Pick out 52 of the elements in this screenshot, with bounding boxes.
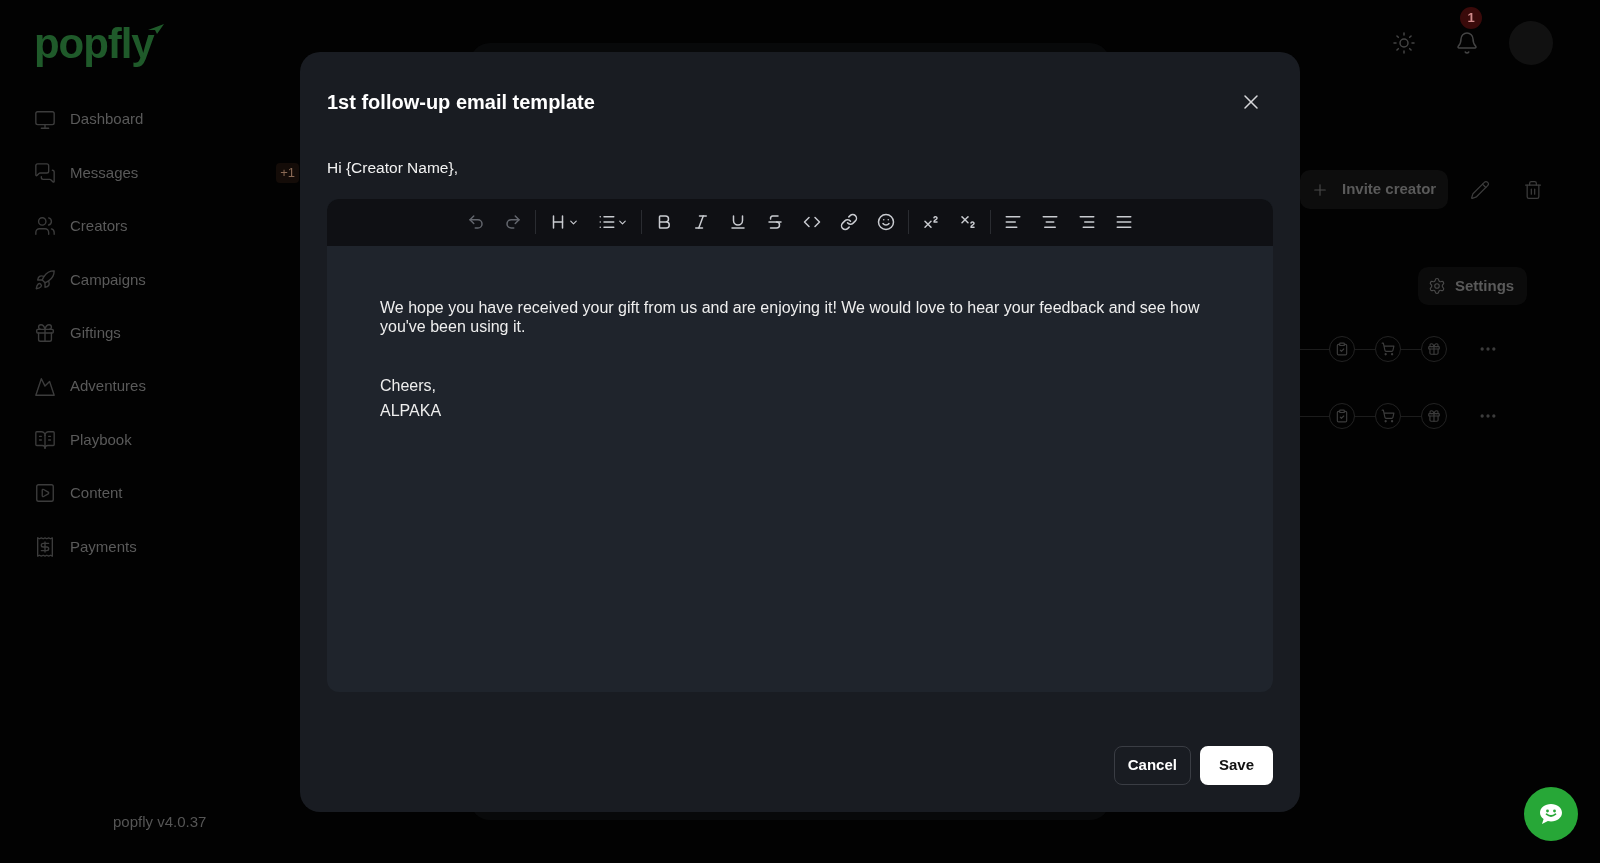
sun-icon	[1392, 31, 1416, 55]
cancel-button[interactable]: Cancel	[1113, 745, 1191, 785]
theme-toggle-button[interactable]	[1392, 31, 1416, 55]
sidebar-item[interactable]: Campaigns	[0, 253, 300, 307]
chat-bubbles-icon	[34, 162, 56, 185]
align-center-icon	[1041, 213, 1059, 231]
settings-icon	[1428, 277, 1446, 295]
receipt-icon	[34, 535, 56, 558]
body-paragraph: We hope you have received your gift from us and are enjoying it! We would love to hear your feedback and see how you've been using it.	[380, 297, 1201, 336]
play-square-icon	[34, 482, 56, 505]
smiley-icon	[877, 213, 895, 231]
sidebar-item[interactable]: Dashboard	[0, 93, 300, 147]
undo-icon	[467, 213, 485, 231]
version-label: popfly v4.0.37	[112, 811, 208, 832]
italic-icon	[692, 213, 710, 231]
sidebar-item[interactable]: Playbook	[0, 413, 300, 467]
link-icon	[840, 213, 858, 231]
signature-line: ALPAKA	[380, 400, 442, 421]
invite-creator-button[interactable]: Invite creator	[1300, 170, 1448, 209]
book-icon	[34, 429, 56, 452]
modal-title: 1st follow-up email template	[327, 89, 595, 115]
save-button[interactable]: Save	[1199, 745, 1273, 785]
bullet-list-icon	[598, 213, 616, 231]
logo-text: popfly	[34, 22, 154, 66]
sidebar-item[interactable]: Giftings	[0, 306, 300, 360]
sidebar-item[interactable]: Content	[0, 466, 300, 521]
users-icon	[34, 215, 56, 238]
smiley-chat-icon	[1539, 803, 1563, 825]
gift-icon	[34, 322, 56, 345]
bell-icon	[1455, 31, 1479, 55]
align-left-icon	[1004, 213, 1022, 231]
monitor-icon	[34, 108, 56, 131]
sidebar-item[interactable]: Adventures	[0, 359, 300, 414]
chat-button[interactable]	[1524, 787, 1578, 841]
strikethrough-icon	[766, 213, 784, 231]
notification-badge: 1	[1460, 7, 1482, 29]
subscript-icon	[959, 213, 977, 231]
sidebar-item[interactable]: Messages +1	[0, 146, 300, 200]
align-justify-icon	[1115, 213, 1133, 231]
mountain-icon	[34, 375, 56, 398]
greeting-text: Hi {Creator Name},	[327, 157, 458, 178]
rich-text-editor[interactable]: We hope you have received your gift from us and are enjoying it! We would love to hear your feedback and see how you've been using it. Cheers, ALPAKA	[327, 198, 1273, 692]
rocket-icon	[34, 268, 56, 291]
redo-icon	[504, 213, 522, 231]
sidebar-item[interactable]: Creators	[0, 199, 300, 254]
signature-line: Cheers,	[380, 375, 437, 396]
count-badge: +1	[276, 163, 299, 183]
align-right-icon	[1078, 213, 1096, 231]
underline-icon	[729, 213, 747, 231]
sidebar-item[interactable]: Payments	[0, 520, 300, 574]
superscript-icon	[922, 213, 940, 231]
settings-button[interactable]: Settings	[1418, 267, 1527, 305]
